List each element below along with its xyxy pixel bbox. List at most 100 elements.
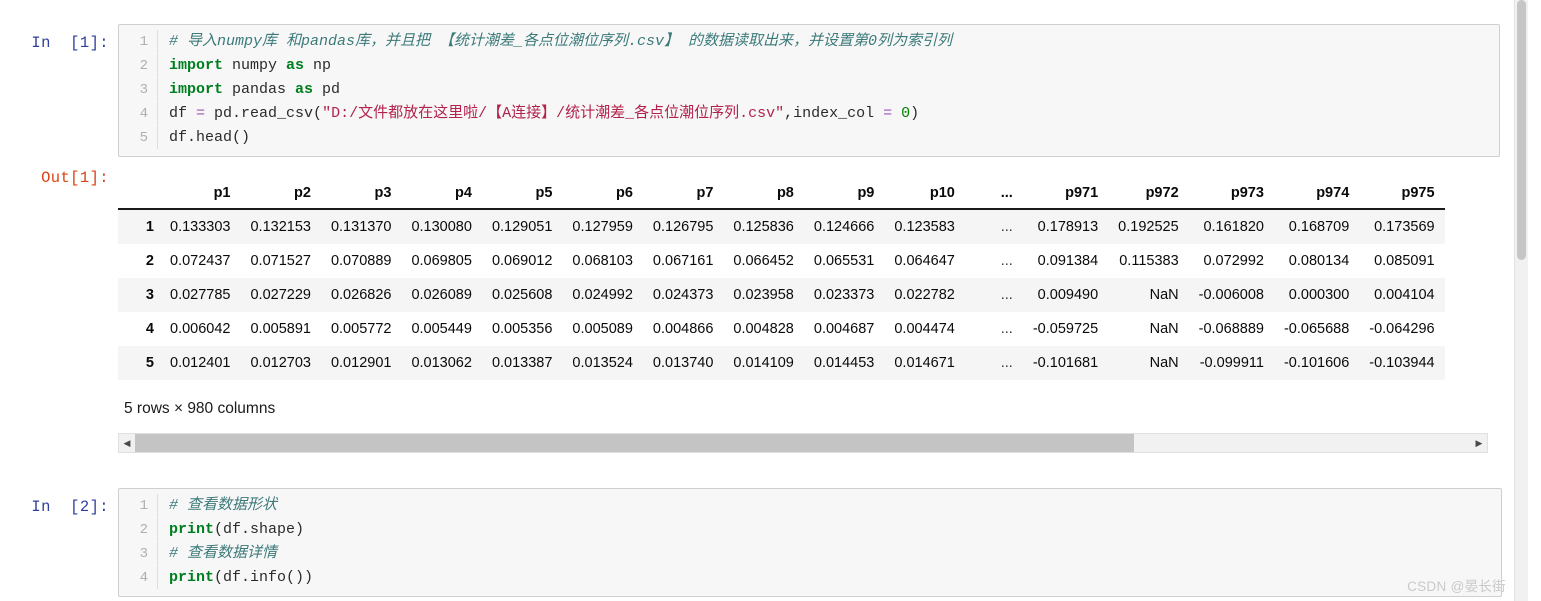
token-name: pd.read_csv( [205,105,323,122]
token-comment: # 查看数据形状 [169,497,278,514]
code-line: 2 import numpy as np [119,54,1499,78]
dataframe-cell: 0.026826 [330,287,392,303]
dataframe-column-header: p3 [320,182,402,210]
dataframe-cell: -0.006008 [1198,287,1264,303]
dataframe-cell: -0.064296 [1369,321,1435,337]
line-number: 3 [139,82,148,98]
token-comment: # 导入numpy库 和pandas库，并且把 【统计潮差_各点位潮位序列.cs… [169,33,953,50]
scroll-left-arrow-icon[interactable]: ◀ [119,438,135,448]
watermark: CSDN @晏长街 [1407,579,1506,594]
dataframe-cell: 0.091384 [1037,253,1099,269]
dataframe-cell: 0.023373 [813,287,875,303]
dataframe-cell: 0.070889 [330,253,392,269]
dataframe-cell: 0.072992 [1203,253,1264,269]
dataframe-cell: 0.124666 [813,219,875,235]
dataframe-cell: 0.132153 [250,219,311,235]
dataframe-cell: 0.065531 [813,253,875,269]
page-vertical-scrollbar[interactable] [1514,0,1528,601]
dataframe-body: 1 0.133303 0.132153 0.131370 0.130080 0.12905… [118,209,1445,380]
scrollbar-thumb[interactable] [135,434,1135,452]
dataframe-cell: 0.013062 [411,355,472,371]
dataframe-cell: 0.026089 [411,287,472,303]
token-op: = [883,105,893,122]
dataframe-cell: NaN [1149,287,1179,303]
dataframe-cell: 0.012901 [330,355,392,371]
dataframe-index-header [118,182,160,210]
notebook-cell-in-1[interactable]: In [1]: 1 # 导入numpy库 和pandas库，并且把 【统计潮差_各… [0,24,1500,157]
scroll-right-arrow-icon[interactable]: ▶ [1471,438,1487,448]
token-kw: print [169,569,215,586]
dataframe-row: 3 0.027785 0.027229 0.026826 0.026089 0.02560… [118,278,1445,312]
out-prompt-1: Out[1]: [41,169,109,187]
dataframe-cell: -0.068889 [1198,321,1264,337]
dataframe-cell: 0.192525 [1118,219,1179,235]
dataframe-cell: 0.125836 [733,219,794,235]
dataframe-table: p1 p2 p3 p4 p5 p6 p7 p8 p9 p10... p971 p972 p973 p974… [118,182,1445,380]
code-text: print(df.shape) [157,518,1501,541]
dataframe-row: 1 0.133303 0.132153 0.131370 0.130080 0.12905… [118,209,1445,244]
dataframe-shape-label: 5 rows × 980 columns [124,400,276,417]
dataframe-cell: 0.004104 [1374,287,1435,303]
token-name: df.head() [169,129,251,146]
token-kw: import [169,81,224,98]
dataframe-cell: NaN [1149,321,1179,337]
code-editor-2[interactable]: 1 # 查看数据形状 2 print(df.shape) 3 # 查看数据详情 4 print… [118,488,1502,597]
dataframe-cell: -0.101681 [1032,355,1099,371]
dataframe-cell: 0.130080 [411,219,472,235]
line-number: 4 [139,570,148,586]
dataframe-cell: 0.071527 [250,253,311,269]
token-name: pandas [223,81,296,98]
dataframe-cell: 0.027229 [250,287,311,303]
dataframe-output: p1 p2 p3 p4 p5 p6 p7 p8 p9 p10... p971 p972 p973 p974… [118,182,1502,453]
dataframe-cell: ... [1000,253,1013,269]
code-text: import numpy as np [157,54,1499,77]
in-prompt-2: In [2]: [31,498,109,516]
line-number: 1 [139,498,148,514]
code-text: df.head() [157,126,1499,149]
dataframe-cell: NaN [1149,355,1179,371]
code-line: 4 print(df.info()) [119,566,1501,590]
token-name: (df.shape) [214,521,305,538]
line-number: 3 [139,546,148,562]
in-prompt-1: In [1]: [31,34,109,52]
dataframe-cell: 0.005356 [491,321,553,337]
token-name: (df.info()) [214,569,314,586]
dataframe-row-index: 2 [145,253,154,269]
dataframe-cell: 0.072437 [170,253,231,269]
jupyter-notebook: In [1]: 1 # 导入numpy库 和pandas库，并且把 【统计潮差_各… [0,0,1528,601]
dataframe-cell: 0.014109 [733,355,794,371]
dataframe-row: 2 0.072437 0.071527 0.070889 0.069805 0.06901… [118,244,1445,278]
dataframe-cell: 0.027785 [170,287,231,303]
notebook-cell-in-2[interactable]: In [2]: 1 # 查看数据形状 2 print(df.shape) 3 # 查看数据… [0,488,1502,597]
dataframe-column-header: p10 [884,182,965,210]
code-line: 5 df.head() [119,126,1499,150]
dataframe-column-header: p8 [723,182,804,210]
token-name: np [304,57,332,74]
dataframe-row: 5 0.012401 0.012703 0.012901 0.013062 0.01338… [118,346,1445,380]
token-name: ,index_col [784,105,884,122]
dataframe-column-header: p9 [803,182,885,210]
dataframe-horizontal-scrollbar[interactable]: ◀ ▶ [118,433,1488,453]
dataframe-cell: 0.133303 [170,219,231,235]
code-text: # 导入numpy库 和pandas库，并且把 【统计潮差_各点位潮位序列.cs… [157,30,1499,53]
dataframe-cell: 0.022782 [894,287,955,303]
code-line: 3 # 查看数据详情 [119,542,1501,566]
page-scrollbar-thumb[interactable] [1517,0,1526,260]
dataframe-cell: ... [1000,355,1013,371]
dataframe-cell: 0.004828 [733,321,794,337]
scrollbar-track[interactable] [135,434,1471,452]
line-number: 5 [139,130,148,146]
dataframe-cell: -0.103944 [1369,355,1435,371]
dataframe-row-index: 5 [145,355,154,371]
line-number: 2 [139,58,148,74]
dataframe-header: p1 p2 p3 p4 p5 p6 p7 p8 p9 p10... p971 p972 p973 p974… [118,182,1445,210]
dataframe-cell: 0.024373 [652,287,714,303]
dataframe-cell: -0.101606 [1283,355,1350,371]
dataframe-row-index: 4 [145,321,154,337]
code-editor-1[interactable]: 1 # 导入numpy库 和pandas库，并且把 【统计潮差_各点位潮位序列.c… [118,24,1500,157]
dataframe-cell: ... [1000,321,1013,337]
code-line: 1 # 导入numpy库 和pandas库，并且把 【统计潮差_各点位潮位序列.c… [119,30,1499,54]
dataframe-cell: 0.129051 [491,219,553,235]
token-num: 0 [892,105,911,122]
notebook-cell-out-1: Out[1]: [0,168,118,189]
